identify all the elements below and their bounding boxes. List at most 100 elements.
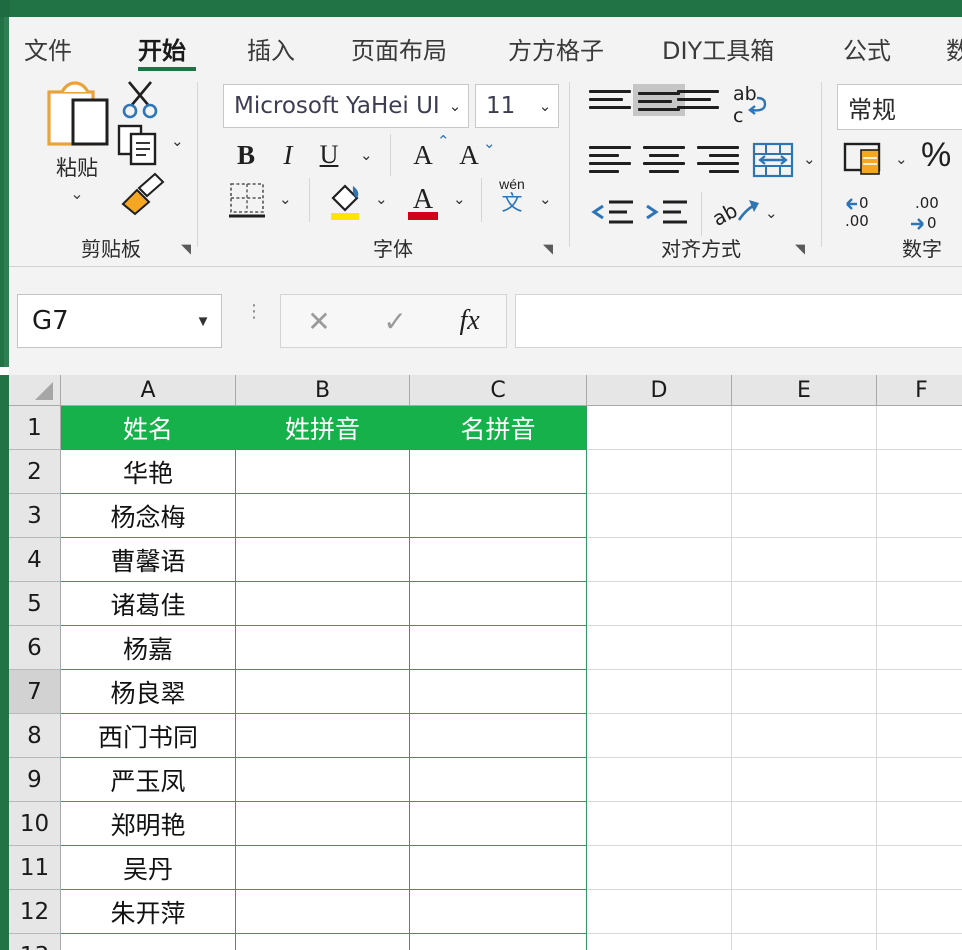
cell-D9[interactable] <box>587 758 732 802</box>
cell-C4[interactable] <box>410 538 587 582</box>
cell-D4[interactable] <box>587 538 732 582</box>
ribbon-tab-3[interactable]: 页面布局 <box>351 31 447 66</box>
cell-B9[interactable] <box>236 758 410 802</box>
cell-F12[interactable] <box>877 890 962 934</box>
fill-color-caret[interactable]: ⌄ <box>375 190 388 208</box>
phonetic-dropdown-caret[interactable]: ⌄ <box>539 190 552 208</box>
name-box-caret-icon[interactable]: ▼ <box>185 313 221 330</box>
ribbon-tab-0[interactable]: 文件 <box>24 31 72 66</box>
align-left-button[interactable] <box>589 146 631 173</box>
row-header-13[interactable]: 13 <box>9 934 61 950</box>
row-header-8[interactable]: 8 <box>9 714 61 758</box>
name-box[interactable]: G7 ▼ <box>17 294 222 348</box>
cell-A13[interactable] <box>61 934 236 950</box>
paste-button[interactable]: 粘贴 ⌄ <box>31 80 123 210</box>
font-color-button[interactable]: A <box>401 178 445 224</box>
column-header-A[interactable]: A <box>61 375 236 406</box>
font-color-caret[interactable]: ⌄ <box>453 190 466 208</box>
cell-B3[interactable] <box>236 494 410 538</box>
cell-E13[interactable] <box>732 934 877 950</box>
ribbon-tab-2[interactable]: 插入 <box>247 31 295 66</box>
cell-D12[interactable] <box>587 890 732 934</box>
cell-F1[interactable] <box>877 406 962 450</box>
cell-C12[interactable] <box>410 890 587 934</box>
cell-C7[interactable] <box>410 670 587 714</box>
cell-C1[interactable]: 名拼音 <box>410 406 587 450</box>
orientation-dropdown-caret[interactable]: ⌄ <box>765 204 778 222</box>
copy-dropdown-caret[interactable]: ⌄ <box>171 132 184 150</box>
row-header-5[interactable]: 5 <box>9 582 61 626</box>
cell-D2[interactable] <box>587 450 732 494</box>
cut-button[interactable] <box>117 78 163 120</box>
cell-B7[interactable] <box>236 670 410 714</box>
accounting-dropdown-caret[interactable]: ⌄ <box>895 150 908 168</box>
cell-C8[interactable] <box>410 714 587 758</box>
merge-dropdown-caret[interactable]: ⌄ <box>803 150 816 168</box>
shrink-font-button[interactable]: A <box>451 136 487 174</box>
column-header-D[interactable]: D <box>587 375 732 406</box>
underline-dropdown-caret[interactable]: ⌄ <box>360 146 373 164</box>
cell-C11[interactable] <box>410 846 587 890</box>
align-center-button[interactable] <box>643 146 685 173</box>
wrap-text-button[interactable]: ab c <box>725 80 775 128</box>
cell-C3[interactable] <box>410 494 587 538</box>
alignment-dialog-launcher[interactable]: ◥ <box>795 242 809 256</box>
cell-D13[interactable] <box>587 934 732 950</box>
cell-A1[interactable]: 姓名 <box>61 406 236 450</box>
cell-F10[interactable] <box>877 802 962 846</box>
row-header-3[interactable]: 3 <box>9 494 61 538</box>
cell-A3[interactable]: 杨念梅 <box>61 494 236 538</box>
cell-F7[interactable] <box>877 670 962 714</box>
align-bottom-button[interactable] <box>677 90 719 109</box>
cell-B8[interactable] <box>236 714 410 758</box>
cell-F11[interactable] <box>877 846 962 890</box>
cell-E2[interactable] <box>732 450 877 494</box>
row-header-7[interactable]: 7 <box>9 670 61 714</box>
cell-E8[interactable] <box>732 714 877 758</box>
font-dialog-launcher[interactable]: ◥ <box>543 242 557 256</box>
cell-C2[interactable] <box>410 450 587 494</box>
formula-bar-handle[interactable]: ⋮ <box>245 302 263 337</box>
accounting-format-button[interactable] <box>841 138 889 182</box>
row-header-1[interactable]: 1 <box>9 406 61 450</box>
font-size-caret[interactable]: ⌄ <box>532 97 558 115</box>
decrease-indent-button[interactable] <box>589 196 635 232</box>
cell-F5[interactable] <box>877 582 962 626</box>
cancel-icon[interactable]: ✕ <box>307 305 330 338</box>
cell-F8[interactable] <box>877 714 962 758</box>
align-right-button[interactable] <box>697 146 739 173</box>
cell-E7[interactable] <box>732 670 877 714</box>
cell-D11[interactable] <box>587 846 732 890</box>
borders-button[interactable] <box>225 180 269 222</box>
cell-A8[interactable]: 西门书同 <box>61 714 236 758</box>
row-header-6[interactable]: 6 <box>9 626 61 670</box>
underline-button[interactable]: U <box>312 136 346 174</box>
increase-indent-button[interactable] <box>643 196 689 232</box>
cell-E12[interactable] <box>732 890 877 934</box>
cell-E5[interactable] <box>732 582 877 626</box>
cell-B2[interactable] <box>236 450 410 494</box>
row-header-10[interactable]: 10 <box>9 802 61 846</box>
grow-font-button[interactable]: A <box>405 136 441 174</box>
cell-E1[interactable] <box>732 406 877 450</box>
cell-E10[interactable] <box>732 802 877 846</box>
cell-D6[interactable] <box>587 626 732 670</box>
cell-B1[interactable]: 姓拼音 <box>236 406 410 450</box>
ribbon-tab-1[interactable]: 开始 <box>138 31 186 66</box>
cell-A6[interactable]: 杨嘉 <box>61 626 236 670</box>
clipboard-dialog-launcher[interactable]: ◥ <box>181 242 195 256</box>
cell-B13[interactable] <box>236 934 410 950</box>
cell-F2[interactable] <box>877 450 962 494</box>
ribbon-tab-5[interactable]: DIY工具箱 <box>662 31 774 66</box>
cell-E6[interactable] <box>732 626 877 670</box>
cell-D10[interactable] <box>587 802 732 846</box>
cell-D1[interactable] <box>587 406 732 450</box>
cell-F9[interactable] <box>877 758 962 802</box>
cell-A4[interactable]: 曹馨语 <box>61 538 236 582</box>
phonetic-guide-button[interactable]: wén 文 <box>489 176 535 224</box>
cell-C6[interactable] <box>410 626 587 670</box>
increase-decimal-button[interactable]: .00 0 <box>901 192 959 234</box>
cell-E9[interactable] <box>732 758 877 802</box>
cell-D3[interactable] <box>587 494 732 538</box>
cell-B5[interactable] <box>236 582 410 626</box>
